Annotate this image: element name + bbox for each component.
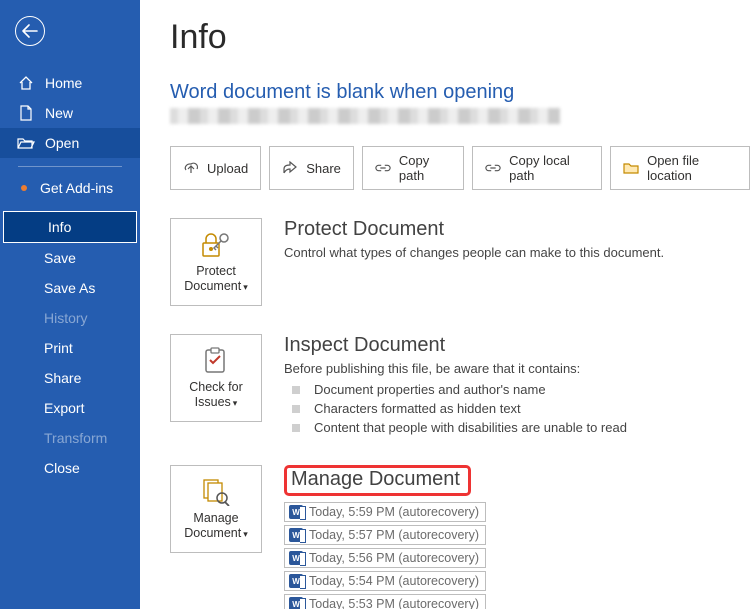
sidebar-label: Save As (44, 280, 95, 296)
protect-document-button[interactable]: Protect Document▾ (170, 218, 262, 306)
word-doc-icon: W (289, 505, 303, 519)
sidebar-item-home[interactable]: Home (0, 68, 140, 98)
sidebar-item-print[interactable]: Print (0, 333, 140, 363)
sidebar-label: Transform (44, 430, 107, 446)
back-button[interactable] (15, 16, 45, 46)
bullet-icon (292, 386, 300, 394)
back-arrow-icon (22, 24, 38, 38)
chevron-down-icon: ▾ (243, 282, 248, 292)
button-label: Share (306, 161, 341, 176)
highlight-box: Manage Document (284, 465, 471, 496)
inspect-section: Check for Issues▾ Inspect Document Befor… (170, 334, 750, 437)
sidebar-label: History (44, 310, 88, 326)
version-item[interactable]: WToday, 5:57 PM (autorecovery) (284, 525, 486, 545)
button-label: Upload (207, 161, 248, 176)
version-item[interactable]: WToday, 5:56 PM (autorecovery) (284, 548, 486, 568)
open-file-location-button[interactable]: Open file location (610, 146, 750, 190)
sidebar-label: Home (45, 75, 82, 91)
sidebar-label: Get Add-ins (40, 180, 113, 196)
sidebar-item-export[interactable]: Export (0, 393, 140, 423)
section-title: Manage Document (291, 468, 460, 490)
copy-local-path-button[interactable]: Copy local path (472, 146, 602, 190)
upload-icon (183, 161, 199, 175)
upload-button[interactable]: Upload (170, 146, 261, 190)
inspect-item: Content that people with disabilities ar… (284, 418, 750, 437)
new-doc-icon (17, 105, 35, 121)
open-folder-icon (17, 136, 35, 150)
button-label: Open file location (647, 153, 737, 183)
sidebar-item-history: History (0, 303, 140, 333)
sidebar-label: Save (44, 250, 76, 266)
sidebar-item-saveas[interactable]: Save As (0, 273, 140, 303)
sidebar-item-transform: Transform (0, 423, 140, 453)
backstage-sidebar: Home New Open Get Add-ins Info Save Save (0, 0, 140, 609)
home-icon (17, 76, 35, 90)
section-desc: Control what types of changes people can… (284, 245, 750, 260)
sidebar-item-save[interactable]: Save (0, 243, 140, 273)
copy-path-button[interactable]: Copy path (362, 146, 464, 190)
chevron-down-icon: ▾ (233, 398, 238, 408)
sidebar-item-addins[interactable]: Get Add-ins (0, 173, 140, 203)
inspect-icon (201, 346, 231, 376)
sidebar-item-info[interactable]: Info (3, 211, 137, 243)
sidebar-item-new[interactable]: New (0, 98, 140, 128)
button-label: Copy local path (509, 153, 589, 183)
sidebar-label: Export (44, 400, 84, 416)
sidebar-label: Close (44, 460, 80, 476)
word-doc-icon: W (289, 551, 303, 565)
inspect-item: Document properties and author's name (284, 380, 750, 399)
folder-icon (623, 161, 639, 175)
big-btn-label: Manage Document (184, 511, 241, 540)
inspect-list: Document properties and author's name Ch… (284, 380, 750, 437)
section-title: Protect Document (284, 218, 750, 241)
version-item[interactable]: WToday, 5:54 PM (autorecovery) (284, 571, 486, 591)
button-label: Copy path (399, 153, 451, 183)
big-btn-label: Protect Document (184, 264, 241, 293)
sidebar-divider (18, 166, 122, 167)
sidebar-label: Print (44, 340, 73, 356)
page-title: Info (170, 18, 750, 57)
check-for-issues-button[interactable]: Check for Issues▾ (170, 334, 262, 422)
sidebar-label: New (45, 105, 73, 121)
word-doc-icon: W (289, 574, 303, 588)
inspect-item: Characters formatted as hidden text (284, 399, 750, 418)
sidebar-item-share[interactable]: Share (0, 363, 140, 393)
addins-badge-icon (21, 185, 27, 191)
document-path (170, 108, 560, 124)
version-item[interactable]: WToday, 5:59 PM (autorecovery) (284, 502, 486, 522)
sidebar-label: Open (45, 135, 79, 151)
link-icon (375, 161, 391, 175)
share-icon (282, 161, 298, 175)
version-list: WToday, 5:59 PM (autorecovery) WToday, 5… (284, 502, 750, 609)
link-icon (485, 161, 501, 175)
main-content: Info Word document is blank when opening… (140, 0, 750, 609)
protect-section: Protect Document▾ Protect Document Contr… (170, 218, 750, 306)
manage-document-button[interactable]: Manage Document▾ (170, 465, 262, 553)
bullet-icon (292, 405, 300, 413)
section-desc: Before publishing this file, be aware th… (284, 361, 750, 376)
sidebar-label: Info (48, 219, 71, 235)
word-doc-icon: W (289, 528, 303, 542)
section-title: Inspect Document (284, 334, 750, 357)
word-doc-icon: W (289, 597, 303, 609)
bullet-icon (292, 424, 300, 432)
manage-section: Manage Document▾ Manage Document WToday,… (170, 465, 750, 609)
sidebar-label: Share (44, 370, 81, 386)
manage-doc-icon (200, 477, 232, 507)
version-item[interactable]: WToday, 5:53 PM (autorecovery) (284, 594, 486, 609)
lock-key-icon (199, 230, 233, 260)
chevron-down-icon: ▾ (243, 529, 248, 539)
sidebar-item-open[interactable]: Open (0, 128, 140, 158)
sidebar-item-close[interactable]: Close (0, 453, 140, 483)
share-button[interactable]: Share (269, 146, 354, 190)
action-row: Upload Share Copy path Copy local path O… (170, 146, 750, 190)
document-title: Word document is blank when opening (170, 81, 750, 104)
